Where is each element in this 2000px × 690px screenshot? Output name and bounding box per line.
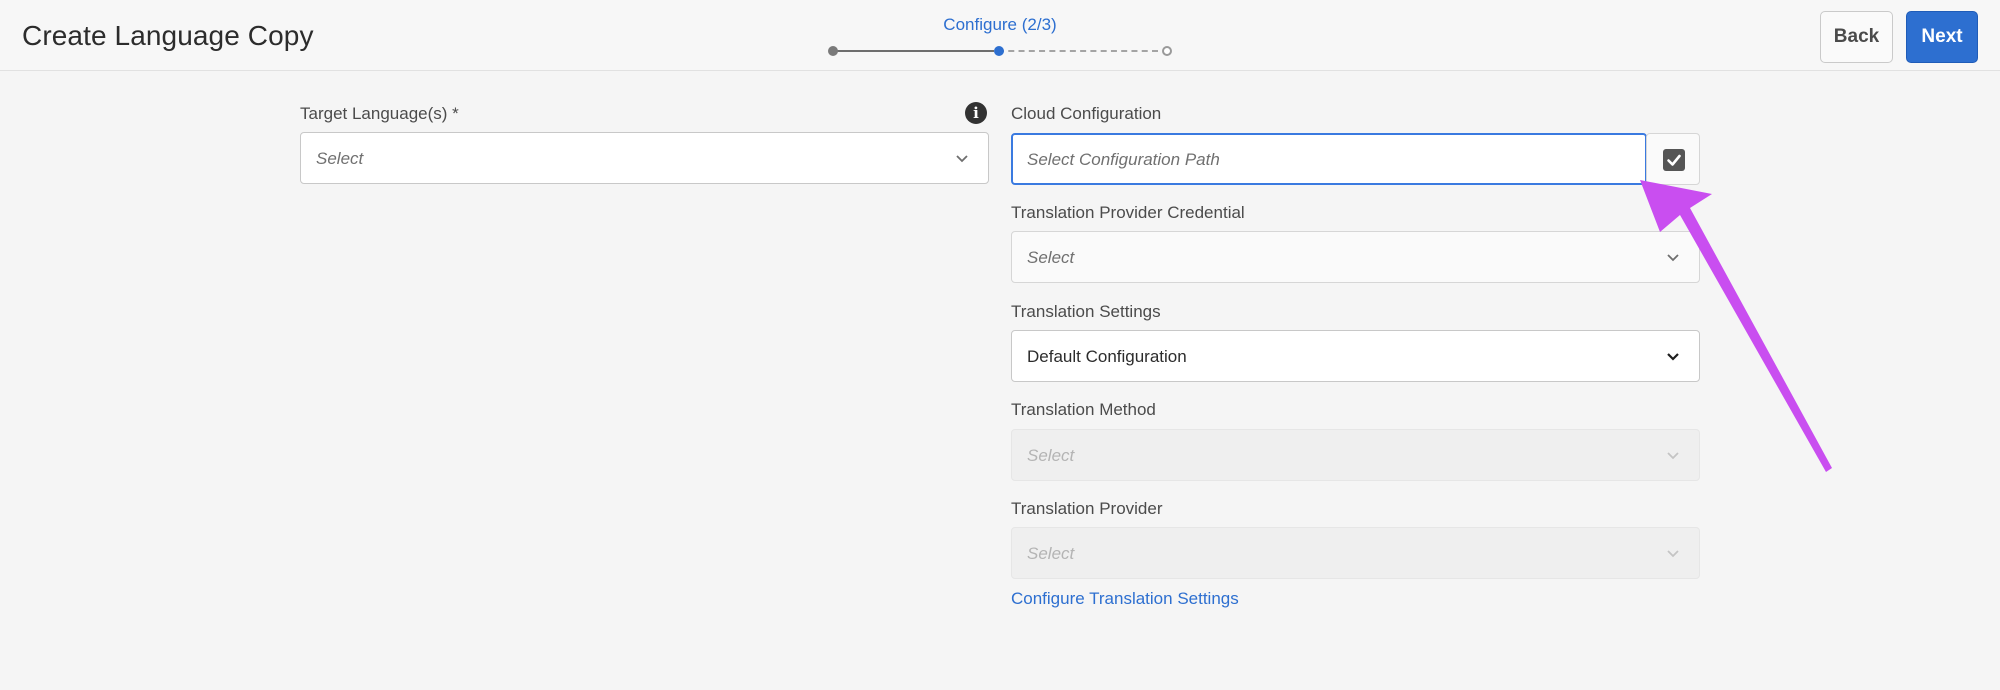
top-bar: Create Language Copy Configure (2/3) Bac… — [0, 0, 2000, 71]
method-select: Select — [1011, 429, 1700, 481]
chevron-down-icon — [1667, 353, 1679, 361]
credential-label: Translation Provider Credential — [1011, 203, 1245, 222]
cloud-configuration-placeholder: Select Configuration Path — [1027, 150, 1220, 169]
wizard-stepper — [826, 44, 1176, 60]
provider-select: Select — [1011, 527, 1700, 579]
target-language-select[interactable]: Select — [300, 132, 989, 184]
settings-value: Default Configuration — [1027, 347, 1187, 366]
chevron-down-icon — [1667, 550, 1679, 558]
info-icon[interactable]: i — [965, 102, 987, 124]
credential-select[interactable]: Select — [1011, 231, 1700, 283]
chevron-down-icon — [956, 155, 968, 163]
step-1-dot — [828, 46, 838, 56]
page-title: Create Language Copy — [22, 20, 314, 51]
target-language-placeholder: Select — [316, 149, 364, 168]
target-language-label: Target Language(s) * — [300, 104, 459, 123]
stepper-line-complete — [834, 50, 994, 52]
chevron-down-icon — [1667, 254, 1679, 262]
step-3-dot — [1162, 46, 1172, 56]
back-button[interactable]: Back — [1820, 11, 1893, 63]
chevron-down-icon — [1667, 452, 1679, 460]
provider-placeholder: Select — [1027, 544, 1075, 563]
credential-placeholder: Select — [1027, 248, 1075, 267]
cloud-configuration-input[interactable]: Select Configuration Path — [1011, 133, 1647, 185]
stepper-line-pending — [998, 50, 1158, 52]
step-2-dot — [994, 46, 1004, 56]
configure-translation-settings-link[interactable]: Configure Translation Settings — [1011, 589, 1239, 609]
method-label: Translation Method — [1011, 400, 1156, 419]
cloud-configuration-label: Cloud Configuration — [1011, 104, 1162, 123]
provider-label: Translation Provider — [1011, 499, 1163, 518]
method-placeholder: Select — [1027, 446, 1075, 465]
settings-select[interactable]: Default Configuration — [1011, 330, 1700, 382]
step-label: Configure (2/3) — [943, 15, 1057, 34]
settings-label: Translation Settings — [1011, 302, 1161, 321]
configuration-picker-button[interactable] — [1646, 133, 1700, 185]
next-button[interactable]: Next — [1906, 11, 1978, 63]
checkbox-icon — [1663, 149, 1685, 171]
